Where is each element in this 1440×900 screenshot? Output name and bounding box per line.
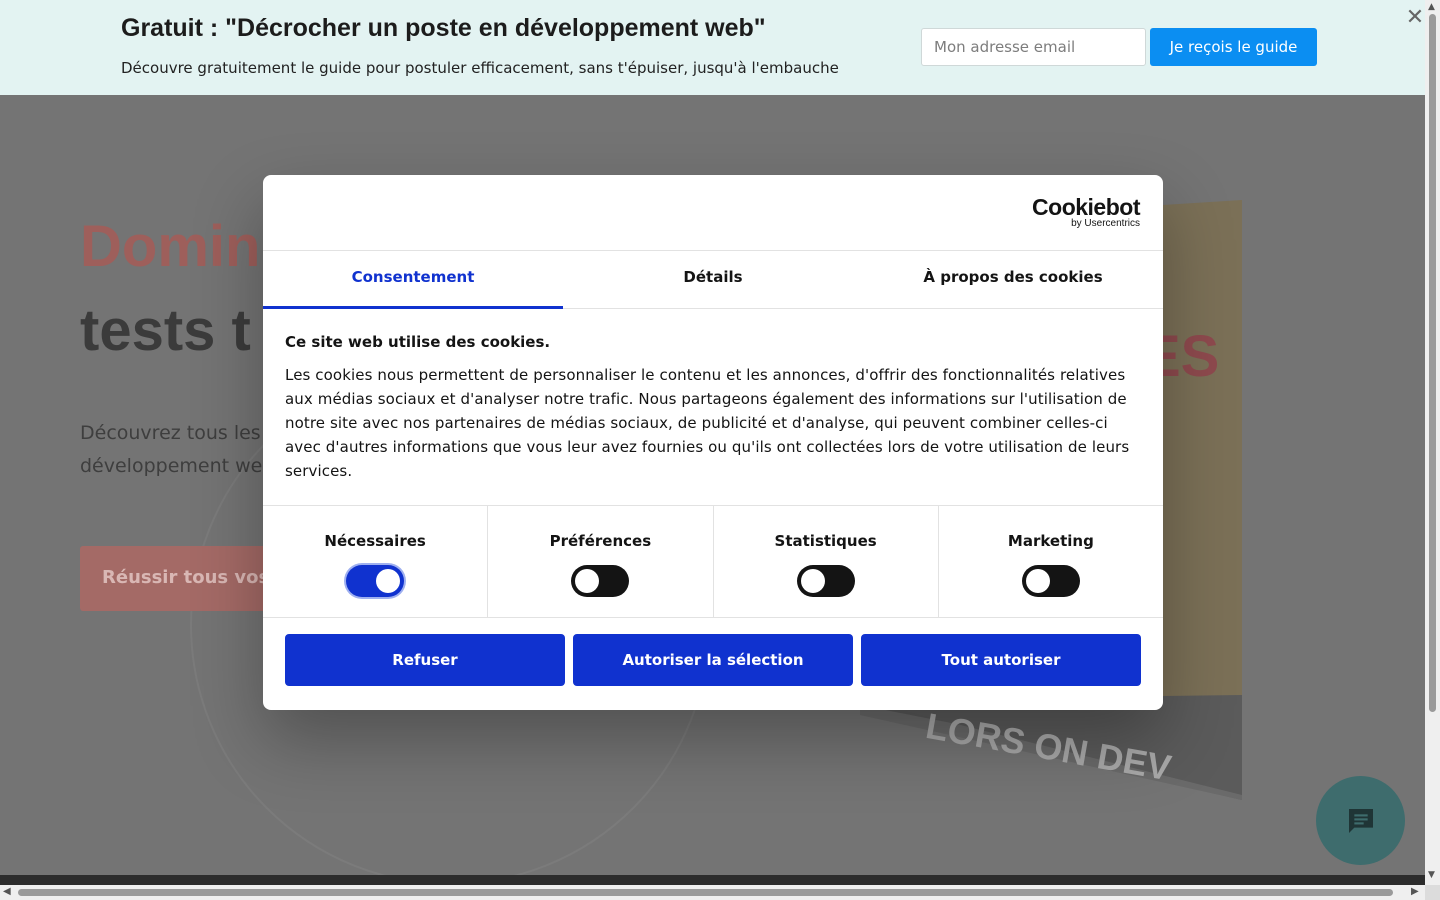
horizontal-scrollbar[interactable]: ◀ ▶: [0, 885, 1425, 900]
cookie-action-buttons: Refuser Autoriser la sélection Tout auto…: [285, 634, 1141, 686]
promo-banner: Gratuit : "Décrocher un poste en dévelop…: [0, 0, 1425, 95]
scroll-up-icon[interactable]: ▲: [1428, 2, 1435, 12]
allow-all-button[interactable]: Tout autoriser: [861, 634, 1141, 686]
refuse-button[interactable]: Refuser: [285, 634, 565, 686]
tab-consentement[interactable]: Consentement: [263, 251, 563, 309]
cookiebot-logo-sub: by Usercentrics: [1071, 218, 1140, 229]
scroll-left-icon[interactable]: ◀: [3, 886, 11, 897]
toggle-necessary[interactable]: [346, 565, 405, 597]
hero-title-line-1: Domin: [80, 214, 261, 279]
toggle-marketing[interactable]: [1021, 565, 1080, 597]
promo-subtitle: Découvre gratuitement le guide pour post…: [121, 59, 839, 77]
tab-about-cookies[interactable]: À propos des cookies: [863, 251, 1163, 308]
vertical-scroll-thumb[interactable]: [1429, 14, 1436, 712]
category-label: Nécessaires: [324, 532, 426, 550]
chat-bubble-icon: [1348, 808, 1373, 833]
cookie-consent-dialog: Cookiebot by Usercentrics Consentement D…: [263, 175, 1163, 710]
chat-widget-button[interactable]: [1316, 776, 1405, 865]
cookie-categories: Nécessaires Préférences Statistiques Mar…: [263, 505, 1163, 618]
scrollbar-corner: [1425, 885, 1440, 900]
vertical-scrollbar[interactable]: ▲ ▼: [1425, 0, 1440, 885]
category-label: Statistiques: [774, 532, 877, 550]
cookie-tabs: Consentement Détails À propos des cookie…: [263, 251, 1163, 309]
hero-title-line-2: tests t: [80, 298, 251, 363]
category-marketing: Marketing: [939, 506, 1163, 617]
scroll-down-icon[interactable]: ▼: [1428, 870, 1435, 880]
close-icon[interactable]: ✕: [1403, 6, 1427, 30]
scroll-right-icon[interactable]: ▶: [1411, 886, 1419, 897]
category-necessary: Nécessaires: [263, 506, 489, 617]
toggle-preferences[interactable]: [571, 565, 630, 597]
category-label: Marketing: [1007, 532, 1094, 550]
get-guide-button[interactable]: Je reçois le guide: [1150, 28, 1317, 66]
promo-title: Gratuit : "Décrocher un poste en dévelop…: [121, 14, 766, 42]
cookiebot-logo-main: Cookiebot: [1032, 194, 1140, 220]
category-label: Préférences: [549, 532, 652, 550]
cookie-body-title: Ce site web utilise des cookies.: [285, 333, 551, 351]
hero-description-line-2: développement web: [80, 455, 275, 477]
toggle-statistics[interactable]: [796, 565, 855, 597]
category-statistics: Statistiques: [714, 506, 939, 617]
category-preferences: Préférences: [488, 506, 714, 617]
tab-details[interactable]: Détails: [563, 251, 863, 308]
cookie-body-text: Les cookies nous permettent de personnal…: [285, 366, 1130, 480]
footer-strip: [0, 875, 1425, 885]
cookiebot-logo: Cookiebot by Usercentrics: [1032, 195, 1140, 229]
promo-email-input[interactable]: [921, 28, 1146, 66]
horizontal-scroll-thumb[interactable]: [18, 889, 1393, 896]
allow-selection-button[interactable]: Autoriser la sélection: [573, 634, 853, 686]
hero-description-line-1: Découvrez tous les: [80, 422, 261, 444]
